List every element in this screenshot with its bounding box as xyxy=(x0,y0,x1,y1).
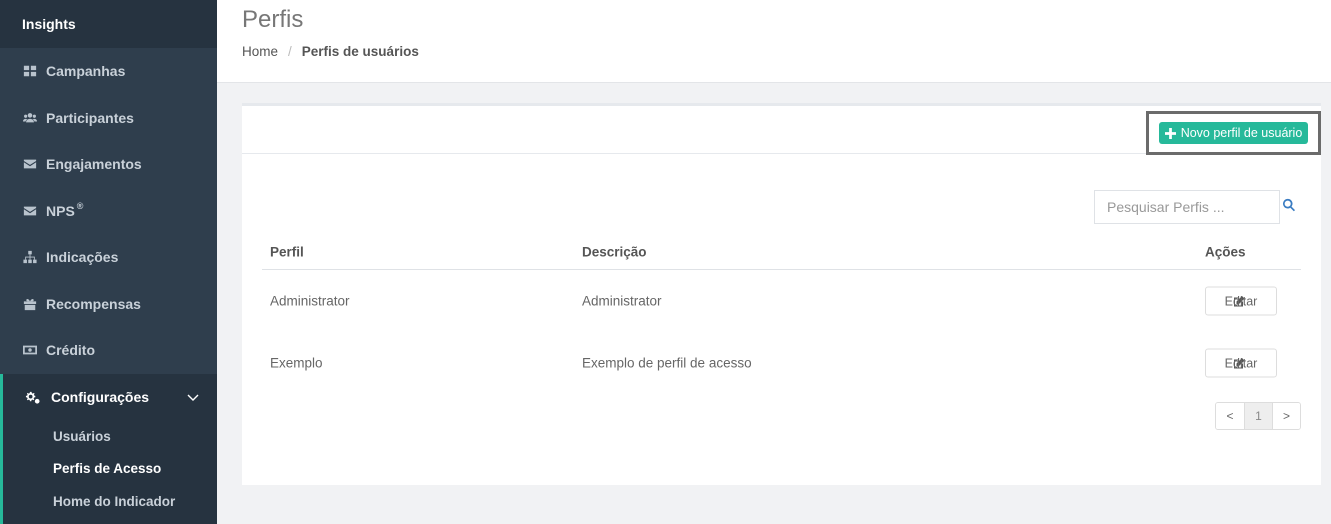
edit-button[interactable]: Editar xyxy=(1205,348,1277,378)
sidebar-item-label: NPS xyxy=(46,202,75,219)
sidebar-item-configuracoes[interactable]: Configurações xyxy=(3,374,217,420)
sitemap-icon xyxy=(22,250,38,264)
table-header: Perfil Descrição Ações xyxy=(262,234,1301,270)
pagination-next[interactable]: > xyxy=(1272,403,1300,429)
sidebar-item-credito[interactable]: Crédito xyxy=(0,327,217,374)
column-header-perfil: Perfil xyxy=(270,244,304,259)
breadcrumb-separator: / xyxy=(288,44,292,59)
sidebar-item-nps[interactable]: NPS ® xyxy=(0,188,217,235)
page-header: Perfis Home / Perfis de usuários xyxy=(217,0,1331,83)
cell-perfil: Exemplo xyxy=(270,355,323,371)
sidebar-item-indicacoes[interactable]: Indicações xyxy=(0,234,217,281)
sidebar-config-group: Configurações Usuários Perfis de Acesso … xyxy=(0,374,217,524)
new-profile-button-label: Novo perfil de usuário xyxy=(1180,126,1303,140)
sidebar-subitem-home-do-indicador[interactable]: Home do Indicador xyxy=(3,485,217,518)
sidebar-item-recompensas[interactable]: Recompensas xyxy=(0,281,217,328)
profiles-panel: Novo perfil de usuário Pesquisar Perfis … xyxy=(242,103,1321,485)
sidebar-item-label: Configurações xyxy=(51,389,150,405)
cell-descricao: Exemplo de perfil de acesso xyxy=(582,355,752,371)
sidebar-item-label: Participantes xyxy=(46,109,134,126)
money-icon xyxy=(22,343,38,357)
cogs-icon xyxy=(25,390,41,404)
sidebar-item-label: Indicações xyxy=(46,249,119,266)
cell-perfil: Administrator xyxy=(270,293,350,309)
cell-descricao: Administrator xyxy=(582,293,662,309)
sidebar-item-campanhas[interactable]: Campanhas xyxy=(0,48,217,95)
search-input[interactable]: Pesquisar Perfis ... xyxy=(1094,190,1280,224)
sidebar-item-label: Campanhas xyxy=(46,63,126,80)
column-header-acoes: Ações xyxy=(1205,244,1246,259)
column-header-descricao: Descrição xyxy=(582,244,647,259)
grid-icon xyxy=(22,64,38,78)
table-row: Exemplo Exemplo de perfil de acesso Edit… xyxy=(262,332,1301,394)
pagination: < 1 > xyxy=(1215,402,1301,430)
edit-button[interactable]: Editar xyxy=(1205,286,1277,316)
sidebar-item-label: Engajamentos xyxy=(46,156,142,173)
new-profile-button-highlight: Novo perfil de usuário xyxy=(1146,111,1321,155)
plus-icon xyxy=(1164,127,1176,139)
edit-button-label: Editar xyxy=(1224,356,1258,370)
sidebar: Insights Campanhas Participantes Engajam… xyxy=(0,0,217,524)
search-icon[interactable] xyxy=(1282,198,1298,214)
registered-mark: ® xyxy=(76,200,84,211)
sidebar-item-label: Insights xyxy=(22,16,76,32)
users-icon xyxy=(22,111,38,125)
gift-icon xyxy=(22,297,38,311)
edit-button-label: Editar xyxy=(1224,294,1258,308)
pagination-page-1[interactable]: 1 xyxy=(1244,403,1272,429)
sidebar-subitem-usuarios[interactable]: Usuários xyxy=(3,420,217,453)
breadcrumb: Home / Perfis de usuários xyxy=(242,44,419,59)
pagination-prev[interactable]: < xyxy=(1216,403,1244,429)
sidebar-item-engajamentos[interactable]: Engajamentos xyxy=(0,141,217,188)
envelope-icon xyxy=(22,204,38,218)
panel-header: Novo perfil de usuário xyxy=(242,106,1321,155)
page-title: Perfis xyxy=(242,6,304,33)
chevron-down-icon[interactable] xyxy=(187,390,199,402)
sidebar-item-label: Crédito xyxy=(46,342,95,359)
sidebar-item-insights[interactable]: Insights xyxy=(0,0,217,48)
breadcrumb-current: Perfis de usuários xyxy=(301,44,419,59)
sidebar-item-label: Recompensas xyxy=(46,295,141,312)
new-profile-button[interactable]: Novo perfil de usuário xyxy=(1158,122,1309,144)
profiles-table: Perfil Descrição Ações Administrator Adm… xyxy=(262,234,1301,394)
sidebar-subitem-perfis-de-acesso[interactable]: Perfis de Acesso xyxy=(3,453,217,486)
breadcrumb-home[interactable]: Home xyxy=(242,44,278,59)
sidebar-item-participantes[interactable]: Participantes xyxy=(0,95,217,142)
envelope-icon xyxy=(22,157,38,171)
table-row: Administrator Administrator Editar xyxy=(262,270,1301,332)
